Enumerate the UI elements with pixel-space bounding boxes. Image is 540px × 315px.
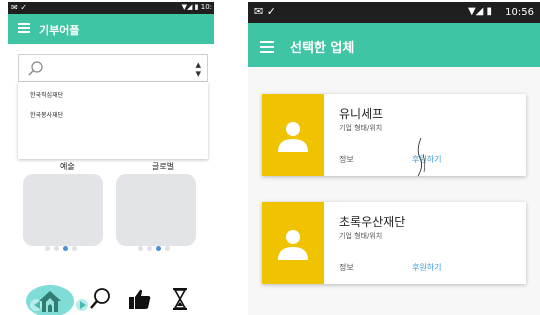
company-card[interactable]: 유니세프 기업 형태/위치 정보 후원하기 — [262, 94, 526, 177]
dropdown-list: 한국직심재단 한국봉사재단 — [18, 82, 208, 159]
category-label-art: 예술 — [60, 162, 75, 171]
bottom-nav — [8, 284, 214, 315]
search-icon — [28, 61, 43, 76]
thumbs-up-icon[interactable] — [128, 288, 152, 310]
pager-dots-global — [138, 246, 170, 251]
pager-dot[interactable] — [147, 246, 152, 251]
scribble-mark — [417, 137, 426, 177]
home-icon[interactable] — [36, 288, 64, 314]
app-bar: 기부어플 — [8, 14, 214, 44]
left-phone-screen: ✉ ✓ ▼◢ ▮ 10: 기부어플 ▴ ▾ 한국직심재단 한국봉사재단 예술 글로… — [8, 2, 214, 315]
pager-dot[interactable] — [138, 246, 143, 251]
info-link[interactable]: 정보 — [339, 154, 354, 165]
person-icon — [278, 230, 308, 260]
company-card[interactable]: 초록우산재단 기업 형태/위치 정보 후원하기 — [262, 202, 526, 284]
mail-icon: ✉ ✓ — [11, 3, 27, 12]
search-icon[interactable] — [88, 287, 112, 311]
category-card-art[interactable] — [23, 174, 103, 246]
pager-dot[interactable] — [165, 246, 170, 251]
pager-dot[interactable] — [54, 246, 59, 251]
right-phone-screen: ✉ ✓ ▼◢ ▮ 10:56 선택한 업체 유니세프 기업 형태/위치 정보 후… — [248, 2, 540, 315]
company-thumbnail — [262, 202, 324, 284]
pager-dot[interactable] — [45, 246, 50, 251]
status-bar: ✉ ✓ ▼◢ ▮ 10:56 — [248, 2, 540, 23]
signal-battery-icon: ▼◢ ▮ — [467, 6, 492, 17]
dropdown-spinner-icon[interactable]: ▴ ▾ — [195, 59, 201, 79]
app-title: 기부어플 — [39, 24, 80, 37]
company-name: 초록우산재단 — [339, 215, 406, 229]
app-bar: 선택한 업체 — [248, 23, 540, 67]
status-right: ▼◢ ▮ 10: — [181, 3, 212, 11]
status-bar: ✉ ✓ ▼◢ ▮ 10: — [8, 2, 214, 14]
status-time: 10: — [200, 3, 212, 11]
category-label-global: 글로벌 — [152, 162, 175, 171]
company-type: 기업 형태/위치 — [339, 232, 383, 240]
company-thumbnail — [262, 94, 324, 176]
prev-arrow-icon — [34, 301, 40, 309]
pager-dots-art — [45, 246, 77, 251]
category-card-global[interactable] — [116, 174, 196, 246]
menu-icon[interactable] — [18, 23, 30, 33]
page-title: 선택한 업체 — [290, 41, 355, 56]
pager-dot[interactable] — [72, 246, 77, 251]
sponsor-button[interactable]: 후원하기 — [412, 262, 441, 273]
dropdown-option[interactable]: 한국직심재단 — [30, 90, 63, 99]
company-name: 유니세프 — [339, 107, 384, 121]
pager-dot-active[interactable] — [63, 246, 68, 251]
search-input[interactable]: ▴ ▾ — [18, 54, 208, 82]
info-link[interactable]: 정보 — [339, 262, 354, 273]
dropdown-option[interactable]: 한국봉사재단 — [30, 110, 63, 119]
person-icon — [278, 122, 308, 152]
mail-icon: ✉ ✓ — [254, 5, 276, 18]
screenshot-root: ✉ ✓ ▼◢ ▮ 10: 기부어플 ▴ ▾ 한국직심재단 한국봉사재단 예술 글로… — [0, 0, 540, 315]
status-time: 10:56 — [505, 7, 534, 18]
company-type: 기업 형태/위치 — [339, 124, 383, 132]
hourglass-icon[interactable] — [171, 287, 189, 311]
next-arrow-icon — [80, 301, 86, 309]
pager-dot-active[interactable] — [156, 246, 161, 251]
menu-icon[interactable] — [260, 41, 274, 53]
